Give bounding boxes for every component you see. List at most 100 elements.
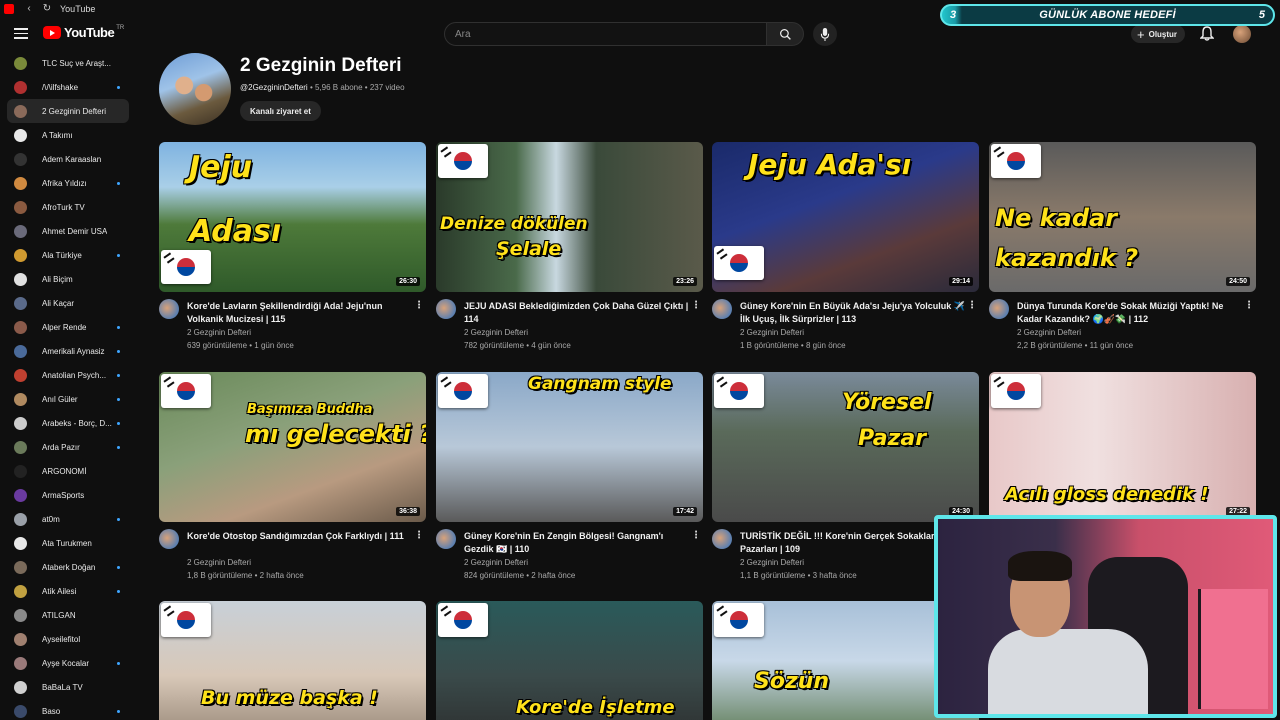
sidebar-channel-item[interactable]: ARGONOMİ bbox=[0, 459, 136, 483]
webcam-person-body bbox=[988, 629, 1148, 714]
youtube-logo[interactable]: YouTube TR bbox=[43, 25, 124, 40]
sidebar-channel-item[interactable]: Ata Turukmen bbox=[0, 531, 136, 555]
more-options-icon[interactable]: ⋮ bbox=[414, 530, 424, 541]
back-icon[interactable]: ‹ bbox=[22, 3, 36, 14]
video-channel-name[interactable]: 2 Gezginin Defteri bbox=[464, 558, 528, 567]
sidebar-channel-item[interactable]: Anıl Güler bbox=[0, 387, 136, 411]
video-thumbnail[interactable]: Yöresel Pazar 24:30 bbox=[712, 372, 979, 522]
channel-avatar[interactable] bbox=[159, 53, 231, 125]
video-thumbnail[interactable]: Ne kadar kazandık ? 24:50 bbox=[989, 142, 1256, 292]
video-thumbnail[interactable]: Acılı gloss denedik ! 27:22 bbox=[989, 372, 1256, 522]
sidebar-channel-item[interactable]: ATILGAN bbox=[0, 603, 136, 627]
video-channel-name[interactable]: 2 Gezginin Defteri bbox=[1017, 328, 1081, 337]
more-options-icon[interactable]: ⋮ bbox=[414, 300, 424, 311]
video-channel-name[interactable]: 2 Gezginin Defteri bbox=[464, 328, 528, 337]
channel-avatar-small[interactable] bbox=[712, 299, 732, 319]
video-thumbnail[interactable]: Jeju Adası 26:30 bbox=[159, 142, 426, 292]
video-thumbnail[interactable]: Başımıza Buddha mı gelecekti ? 36:38 bbox=[159, 372, 426, 522]
sidebar-channel-item[interactable]: Ali Kaçar bbox=[0, 291, 136, 315]
channel-avatar-icon bbox=[14, 344, 27, 358]
video-thumbnail[interactable]: Bu müze başka ! bbox=[159, 601, 426, 720]
reload-icon[interactable]: ↻ bbox=[40, 3, 54, 14]
sidebar-channel-item[interactable]: at0m bbox=[0, 507, 136, 531]
menu-icon[interactable] bbox=[14, 28, 28, 39]
video-card[interactable]: Gangnam style 17:42 Güney Kore'nin En Zeng… bbox=[436, 372, 703, 591]
voice-search-button[interactable] bbox=[813, 22, 837, 46]
visit-channel-button[interactable]: Kanalı ziyaret et bbox=[240, 101, 321, 121]
video-details: Kore'de Otostop Sandığımızdan Çok Farklı… bbox=[159, 529, 426, 591]
sidebar-channel-item[interactable]: A Takımı bbox=[0, 123, 136, 147]
video-channel-name[interactable]: 2 Gezginin Defteri bbox=[187, 558, 251, 567]
search-button[interactable] bbox=[766, 22, 804, 46]
thumbnail-caption: Acılı gloss denedik ! bbox=[1005, 484, 1209, 505]
video-title[interactable]: Kore'de Otostop Sandığımızdan Çok Farklı… bbox=[187, 530, 412, 543]
sidebar-channel-item[interactable]: /\/\ilfshake bbox=[0, 75, 136, 99]
video-channel-name[interactable]: 2 Gezginin Defteri bbox=[740, 328, 804, 337]
sidebar-channel-item[interactable]: Ayseilefitol bbox=[0, 627, 136, 651]
channel-avatar-small[interactable] bbox=[159, 529, 179, 549]
sidebar-channel-item[interactable]: ArmaSports bbox=[0, 483, 136, 507]
video-title[interactable]: JEJU ADASI Beklediğimizden Çok Daha Güze… bbox=[464, 300, 689, 326]
video-title[interactable]: TURİSTİK DEĞİL !!! Kore'nin Gerçek Sokak… bbox=[740, 530, 965, 556]
channel-avatar-small[interactable] bbox=[159, 299, 179, 319]
sidebar-channel-item[interactable]: Ahmet Demir USA bbox=[0, 219, 136, 243]
channel-avatar-icon bbox=[14, 464, 27, 478]
sidebar-channel-item[interactable]: TLC Suç ve Araşt... bbox=[0, 51, 136, 75]
channel-avatar-icon bbox=[14, 104, 27, 118]
sidebar-channel-label: Atik Ailesi bbox=[42, 586, 77, 596]
more-options-icon[interactable]: ⋮ bbox=[967, 300, 977, 311]
video-thumbnail[interactable]: Kore'de İşletme bbox=[436, 601, 703, 720]
search-input[interactable] bbox=[445, 23, 745, 45]
create-button[interactable]: + Oluştur bbox=[1131, 25, 1186, 43]
more-options-icon[interactable]: ⋮ bbox=[691, 300, 701, 311]
sidebar-channel-item[interactable]: AfroTurk TV bbox=[0, 195, 136, 219]
sidebar-channel-item[interactable]: Ataberk Doğan bbox=[0, 555, 136, 579]
video-title[interactable]: Güney Kore'nin En Zengin Bölgesi! Gangna… bbox=[464, 530, 689, 556]
channel-avatar-icon bbox=[14, 296, 27, 310]
sidebar-channel-item[interactable]: Anatolian Psych... bbox=[0, 363, 136, 387]
video-card[interactable]: Jeju Adası 26:30 Kore'de Lavların Şekillend… bbox=[159, 142, 426, 361]
video-card[interactable]: Bu müze başka ! bbox=[159, 601, 426, 720]
video-card[interactable]: Başımıza Buddha mı gelecekti ? 36:38 Kore'd… bbox=[159, 372, 426, 591]
channel-avatar-icon bbox=[14, 440, 27, 454]
more-options-icon[interactable]: ⋮ bbox=[691, 530, 701, 541]
video-card[interactable]: Ne kadar kazandık ? 24:50 Dünya Turunda Kor… bbox=[989, 142, 1256, 361]
video-card[interactable]: Denize dökülen Şelale 23:26 JEJU ADASI Bekl… bbox=[436, 142, 703, 361]
sidebar-channel-item[interactable]: BaBaLa TV bbox=[0, 675, 136, 699]
channel-name[interactable]: 2 Gezginin Defteri bbox=[240, 55, 402, 77]
video-thumbnail[interactable]: Gangnam style 17:42 bbox=[436, 372, 703, 522]
video-card[interactable]: Kore'de İşletme bbox=[436, 601, 703, 720]
video-thumbnail[interactable]: Jeju Ada'sı 29:14 bbox=[712, 142, 979, 292]
thumbnail-caption: Bu müze başka ! bbox=[201, 687, 378, 709]
more-options-icon[interactable]: ⋮ bbox=[1244, 300, 1254, 311]
video-channel-name[interactable]: 2 Gezginin Defteri bbox=[740, 558, 804, 567]
sidebar-channel-item[interactable]: 2 Gezginin Defteri bbox=[7, 99, 129, 123]
video-card[interactable]: Acılı gloss denedik ! 27:22 bbox=[989, 372, 1256, 522]
channel-avatar-small[interactable] bbox=[436, 299, 456, 319]
sidebar-channel-item[interactable]: Afrika Yıldızı bbox=[0, 171, 136, 195]
notifications-icon[interactable] bbox=[1199, 26, 1215, 46]
sidebar-channel-item[interactable]: Ayşe Kocalar bbox=[0, 651, 136, 675]
plus-icon: + bbox=[1137, 26, 1145, 42]
video-channel-name[interactable]: 2 Gezginin Defteri bbox=[187, 328, 251, 337]
korean-flag-icon bbox=[161, 250, 211, 284]
channel-avatar-small[interactable] bbox=[712, 529, 732, 549]
video-title[interactable]: Güney Kore'nin En Büyük Ada'sı Jeju'ya Y… bbox=[740, 300, 965, 326]
video-title[interactable]: Kore'de Lavların Şekillendirdiği Ada! Je… bbox=[187, 300, 412, 326]
sidebar-channel-item[interactable]: Arabeks - Borç, D... bbox=[0, 411, 136, 435]
video-title[interactable]: Dünya Turunda Kore'de Sokak Müziği Yaptı… bbox=[1017, 300, 1242, 326]
sidebar-channel-item[interactable]: Ala Türkiye bbox=[0, 243, 136, 267]
sidebar-channel-item[interactable]: Alper Rende bbox=[0, 315, 136, 339]
channel-avatar-small[interactable] bbox=[436, 529, 456, 549]
channel-avatar-small[interactable] bbox=[989, 299, 1009, 319]
sidebar-channel-item[interactable]: Adem Karaaslan bbox=[0, 147, 136, 171]
video-thumbnail[interactable]: Denize dökülen Şelale 23:26 bbox=[436, 142, 703, 292]
sidebar-channel-item[interactable]: Amerikali Aynasiz bbox=[0, 339, 136, 363]
sidebar-channel-item[interactable]: Atik Ailesi bbox=[0, 579, 136, 603]
sidebar-channel-item[interactable]: Baso bbox=[0, 699, 136, 720]
new-content-dot bbox=[117, 398, 120, 401]
account-avatar[interactable] bbox=[1233, 25, 1251, 43]
video-card[interactable]: Jeju Ada'sı 29:14 Güney Kore'nin En Büyük … bbox=[712, 142, 979, 361]
sidebar-channel-item[interactable]: Ali Biçim bbox=[0, 267, 136, 291]
sidebar-channel-item[interactable]: Arda Pazır bbox=[0, 435, 136, 459]
